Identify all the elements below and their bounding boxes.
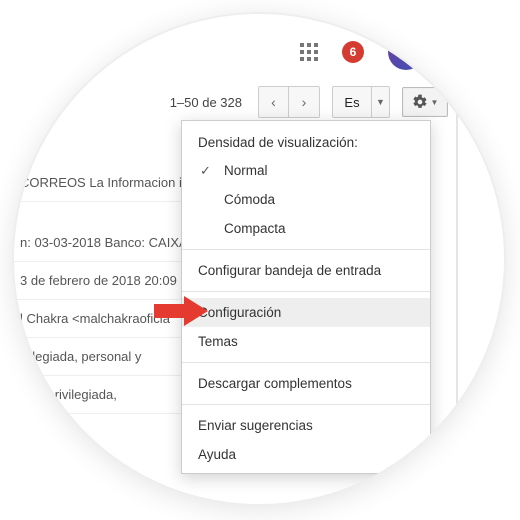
toolbar: 1–50 de 328 ‹ › Es ▼ ▼	[14, 86, 454, 118]
menu-item-themes[interactable]: Temas	[182, 327, 430, 356]
menu-item-density-compact[interactable]: Compacta	[182, 214, 430, 243]
pagination-count: 1–50 de 328	[170, 95, 242, 110]
menu-item-addons[interactable]: Descargar complementos	[182, 369, 430, 398]
settings-menu: Densidad de visualización: Normal Cómoda…	[181, 120, 431, 474]
header-bar: 6	[300, 34, 424, 70]
menu-item-help[interactable]: Ayuda	[182, 440, 430, 469]
menu-item-density-comfortable[interactable]: Cómoda	[182, 185, 430, 214]
menu-separator	[182, 291, 430, 292]
apps-icon[interactable]	[300, 43, 318, 61]
menu-item-settings[interactable]: Configuración	[182, 298, 430, 327]
menu-item-feedback[interactable]: Enviar sugerencias	[182, 411, 430, 440]
chevron-down-icon: ▼	[431, 98, 439, 107]
menu-item-density-normal[interactable]: Normal	[182, 156, 430, 185]
settings-gear-button[interactable]: ▼	[402, 87, 448, 117]
avatar[interactable]	[388, 34, 424, 70]
notifications-badge[interactable]: 6	[342, 41, 364, 63]
menu-separator	[182, 362, 430, 363]
pointer-arrow-icon	[154, 296, 208, 326]
input-tools-button[interactable]: Es ▼	[332, 86, 390, 118]
gear-icon	[412, 94, 428, 110]
pager: ‹ ›	[258, 86, 320, 118]
menu-section-header: Densidad de visualización:	[182, 129, 430, 156]
scrollbar[interactable]	[456, 94, 458, 454]
input-tools-label: Es	[333, 87, 371, 117]
page-prev-button[interactable]: ‹	[259, 87, 289, 117]
page-next-button[interactable]: ›	[289, 87, 319, 117]
chevron-down-icon: ▼	[371, 87, 389, 117]
menu-separator	[182, 249, 430, 250]
menu-separator	[182, 404, 430, 405]
menu-item-configure-inbox[interactable]: Configurar bandeja de entrada	[182, 256, 430, 285]
